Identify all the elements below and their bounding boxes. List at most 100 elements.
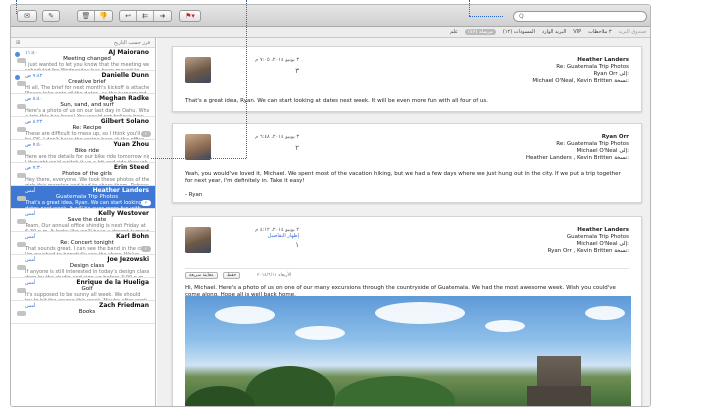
details-link[interactable]: إظهار التفاصيل [219,233,299,239]
message-row[interactable]: Karl Bohn أمس Re: Concert tonight That soun… [11,232,155,255]
mailbox-tag-icon [17,288,26,293]
subject: Re: Guatemala Trip Photos [556,141,629,147]
cloud [375,302,465,324]
message-signature: - Ryan [185,192,203,198]
search-input[interactable]: Q [513,11,647,22]
subject: Guatemala Trip Photos [566,234,629,240]
mailbox-tag-icon [17,127,26,132]
message-meta: ٢ يونيو ٢٠١٤، ٤:١٢ م إظهار التفاصيل ١ [219,227,299,249]
message-row[interactable]: Danielle Dunn ٩:٤٢ ص Creative brief Hi all,… [11,71,155,94]
mailbox-tag-icon [17,311,26,316]
message-viewer: ٣ يونيو ٢٠١٤، ٧:٠٥ م ٣ Heather Landers R… [157,38,650,406]
favorite-item[interactable]: المسودات (١٢) [503,29,535,35]
message-header: Heather Landers Re: Guatemala Trip Photo… [532,57,629,85]
reply-all-icon[interactable]: ⇇ [137,11,154,21]
to-label: إلى: [619,71,629,77]
message-snippet: Here are the details for our bike ride t… [25,154,149,163]
message-count: ٢ [295,144,299,152]
sender-name[interactable]: Heather Landers [548,227,629,234]
favorite-item[interactable]: ٣ ملاحظات [588,29,611,35]
cloud [485,320,525,332]
cc-label: نسخة: [614,78,629,84]
message-count: ٣ [295,67,299,75]
message-row[interactable]: Enrique de la Hueliga أمس Golf It's suppose… [11,278,155,301]
message-header: Heather Landers Guatemala Trip Photos Mi… [548,227,629,255]
attached-photo[interactable] [185,296,631,406]
favorite-item[interactable]: VIP [573,29,581,35]
message-header: Ryan Orr Re: Guatemala Trip Photos Micha… [526,134,629,162]
cc-label: نسخة: [614,248,629,254]
cc-value[interactable]: Ryan Orr , Kevin Britten [548,248,613,254]
tree [335,376,455,406]
message-sender: Joe Jezowski [107,256,149,263]
get-mail-button[interactable]: ✉ [17,10,37,22]
message-date: ٨:٢٢ ص [25,118,43,125]
save-attachment-button[interactable]: حفظ [223,272,241,279]
message-sender: Danielle Dunn [101,72,150,79]
callout-line [246,0,247,158]
message-row[interactable]: Joe Jezowski أمس Design class If anyone is … [11,255,155,278]
sort-icon[interactable]: ⊞ [16,40,20,46]
cc-value[interactable]: Heather Landers , Kevin Britten [526,155,613,161]
sender-name[interactable]: Ryan Orr [526,134,629,141]
message-date: أمس [25,187,36,194]
message-sender: Zach Friedman [99,302,149,309]
unread-dot-icon [15,52,20,57]
message-rows: AJ Maiorano ١١:٤٠ Meeting changed I just wa… [11,48,155,324]
callout-line [16,0,17,14]
message-date: ٧:٥٠ ص [25,141,43,148]
message-row[interactable]: Gilbert Solano ٨:٢٢ ص Re: Recipe These are … [11,117,155,140]
message-snippet: Team, Our annual office shindig is next … [25,223,149,232]
avatar [185,57,211,83]
callout-line [469,16,503,17]
message-list: ⊞ فرز حسب التاريخ AJ Maiorano ١١:٤٠ Meetin… [11,38,156,406]
message-row[interactable]: Zach Friedman أمس Books [11,301,155,324]
sort-label[interactable]: فرز حسب التاريخ [114,40,150,46]
junk-icon[interactable]: 👎 [95,11,112,21]
message-date: ١١:٤٠ [25,49,38,56]
mail-window: ✉ ✎ 🗑 👎 ↩ ⇇ ➜ ⚑▾ Q صندوق البريد ٣ ملاحظا… [10,4,651,407]
message-row[interactable]: Meghan Radke ٨:٤٠ ص Sun, sand, and surf Her… [11,94,155,117]
message-row[interactable]: Kelly Westover أمس Save the date Team, Our … [11,209,155,232]
message-row[interactable]: Heather Landers أمس Guatemala Trip Photos T… [11,186,155,209]
message-sender: Gilbert Solano [100,118,149,125]
favorite-item[interactable]: مرسلة (٤٧) [465,29,496,35]
callout-line [151,158,246,159]
delete-icon[interactable]: 🗑 [78,11,95,21]
unread-dot-icon [15,75,20,80]
message-date: ٣ يونيو ٢٠١٤، ٦:٤٨ م [255,134,299,140]
sender-name[interactable]: Heather Landers [532,57,629,64]
message-sender: Meghan Radke [99,95,149,102]
message-sender: AJ Maiorano [108,49,149,56]
temple [527,356,591,406]
reply-icon[interactable]: ↩ [120,11,137,21]
favorite-item[interactable]: علم [450,29,458,35]
attachment-date: الأربعاء ٢٠١٤/٦/١١ [257,273,292,278]
message-snippet: I just wanted to let you know that the m… [25,62,149,71]
search-icon: Q [519,13,524,20]
message-row[interactable]: Erin Steed ٧:٣٠ ص Photos of the girls Hey t… [11,163,155,186]
reply-group: ↩ ⇇ ➜ [119,10,172,22]
compose-button[interactable]: ✎ [42,10,60,22]
thread-count-badge: ٢ [141,246,151,252]
message-sender: Enrique de la Hueliga [76,279,149,286]
mailbox-tag-icon [17,104,26,109]
to-value[interactable]: Michael O'Neal [577,148,618,154]
favorite-item[interactable]: البريد الوارد [542,29,566,35]
message-snippet: If anyone is still interested in today's… [25,269,149,278]
to-value[interactable]: Ryan Orr [593,71,617,77]
mailbox-tag-icon [17,196,26,201]
avatar [185,134,211,160]
message-meta: ٣ يونيو ٢٠١٤، ٦:٤٨ م ٢ [219,134,299,152]
message-row[interactable]: Yuan Zhou ٧:٥٠ ص Bike ride Here are the det… [11,140,155,163]
message-row[interactable]: AJ Maiorano ١١:٤٠ Meeting changed I just wa… [11,48,155,71]
quick-look-button[interactable]: معاينة سريعة [185,272,218,279]
delete-junk-group: 🗑 👎 [77,10,113,22]
message-sender: Erin Steed [113,164,149,171]
mailbox-tag-icon [17,265,26,270]
flag-button[interactable]: ⚑▾ [179,10,201,22]
cc-value[interactable]: Michael O'Neal, Kevin Britten [532,78,612,84]
forward-icon[interactable]: ➜ [154,11,171,21]
message-sender: Karl Bohn [115,233,149,240]
to-value[interactable]: Michael O'Neal [577,241,618,247]
